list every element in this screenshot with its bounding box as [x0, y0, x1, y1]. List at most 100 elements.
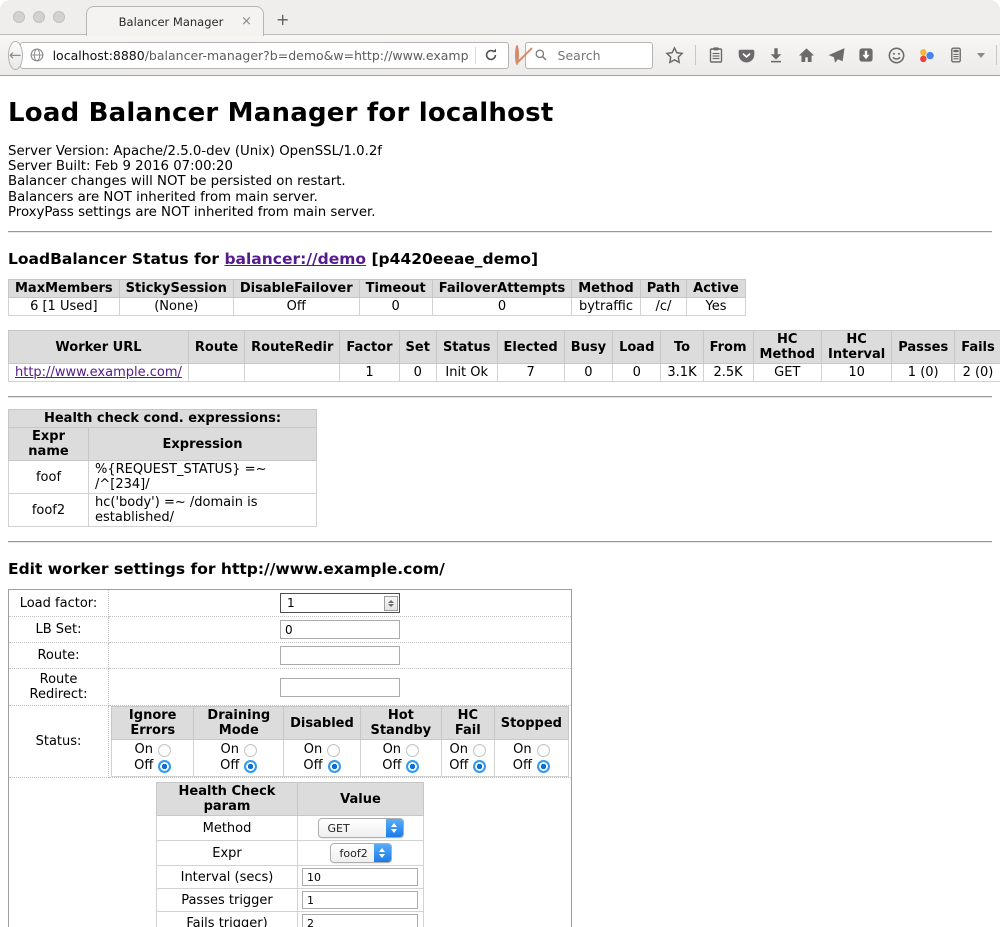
- edit-worker-heading: Edit worker settings for http://www.exam…: [8, 560, 992, 578]
- cell-routeredir: [245, 364, 340, 382]
- route-redirect-input[interactable]: [280, 678, 400, 697]
- worker-url-link[interactable]: http://www.example.com/: [15, 365, 182, 380]
- reading-list-icon[interactable]: [707, 46, 726, 65]
- search-bar[interactable]: [525, 42, 653, 69]
- form-row-status: Status: Ignore Errors Draining Mode Disa…: [9, 706, 572, 778]
- stopped-off-radio[interactable]: [537, 760, 550, 773]
- load-factor-label: Load factor:: [9, 590, 109, 617]
- close-window-button[interactable]: [13, 11, 25, 23]
- col-hc-method: HC Method: [753, 331, 821, 364]
- hc-passes-input[interactable]: [302, 891, 418, 909]
- containers-dots-icon[interactable]: [917, 46, 936, 65]
- hc-fail-on-radio[interactable]: [473, 744, 486, 757]
- search-input[interactable]: [556, 47, 646, 64]
- cell-expression: hc('body') =~ /domain is established/: [89, 494, 317, 527]
- hot-standby-on-radio[interactable]: [406, 744, 419, 757]
- new-tab-button[interactable]: +: [276, 10, 289, 29]
- balancer-status-table: MaxMembers StickySession DisableFailover…: [8, 279, 746, 316]
- number-spinner[interactable]: [384, 596, 398, 611]
- ignore-errors-on-radio[interactable]: [158, 744, 171, 757]
- notes-icon[interactable]: [947, 46, 966, 65]
- hc-fail-off-radio[interactable]: [473, 760, 486, 773]
- draining-mode-on-radio[interactable]: [244, 744, 257, 757]
- table-title-row: Health check cond. expressions:: [9, 410, 317, 428]
- home-icon[interactable]: [797, 46, 816, 65]
- bookmark-star-icon[interactable]: [665, 46, 684, 65]
- table-row: 6 [1 Used] (None) Off 0 0 bytraffic /c/ …: [9, 298, 746, 316]
- hc-fails-label: Fails trigger): [157, 912, 298, 927]
- cell-busy: 0: [564, 364, 612, 382]
- col-passes: Passes: [892, 331, 955, 364]
- browser-window: Balancer Manager × + ← localhost:8880/ba…: [0, 0, 1000, 927]
- url-host: localhost:8880: [53, 48, 145, 63]
- cell-stickysession: (None): [119, 298, 233, 316]
- cell-expr-name: foof: [9, 461, 89, 494]
- url-text[interactable]: localhost:8880/balancer-manager?b=demo&w…: [53, 48, 469, 63]
- content-blocked-icon[interactable]: [515, 45, 519, 65]
- load-factor-input[interactable]: [285, 595, 384, 611]
- url-bar[interactable]: localhost:8880/balancer-manager?b=demo&w…: [20, 42, 509, 69]
- tab-bar: Balancer Manager × +: [0, 0, 1000, 35]
- divider: [8, 396, 992, 398]
- col-expr-name: Expr name: [9, 428, 89, 461]
- divider: [8, 231, 992, 233]
- disabled-off-radio[interactable]: [328, 760, 341, 773]
- col-active: Active: [687, 280, 746, 298]
- square-download-icon[interactable]: [857, 46, 876, 65]
- hc-fails-input[interactable]: [302, 914, 418, 927]
- chevron-down-icon[interactable]: [977, 53, 985, 58]
- table-row: foof2 hc('body') =~ /domain is establish…: [9, 494, 317, 527]
- lb-set-input[interactable]: [280, 620, 400, 639]
- radio-off-label: Off: [449, 758, 468, 774]
- minimize-window-button[interactable]: [33, 11, 45, 23]
- hot-standby-off-radio[interactable]: [406, 760, 419, 773]
- hc-method-label: Method: [157, 816, 298, 841]
- route-input[interactable]: [280, 646, 400, 665]
- form-row-route-redirect: Route Redirect:: [9, 669, 572, 706]
- hc-row-interval: Interval (secs): [157, 866, 424, 889]
- smiley-icon[interactable]: [887, 46, 906, 65]
- draining-mode-off-radio[interactable]: [244, 760, 257, 773]
- tab-balancer-manager[interactable]: Balancer Manager ×: [86, 6, 264, 36]
- hc-row-passes: Passes trigger: [157, 889, 424, 912]
- reload-icon[interactable]: [482, 46, 501, 65]
- cell-method: bytraffic: [572, 298, 640, 316]
- tab-close-icon[interactable]: ×: [241, 14, 263, 29]
- select-chevrons-icon: [374, 844, 391, 862]
- pocket-icon[interactable]: [737, 46, 756, 65]
- hc-row-method: Method GET: [157, 816, 424, 841]
- table-header-row: Ignore Errors Draining Mode Disabled Hot…: [112, 707, 569, 740]
- radio-off-label: Off: [382, 758, 401, 774]
- expressions-table: Health check cond. expressions: Expr nam…: [8, 409, 317, 527]
- hc-method-select[interactable]: GET: [318, 818, 404, 838]
- balancers-warning-line: Balancers are NOT inherited from main se…: [8, 190, 992, 205]
- table-header-row: MaxMembers StickySession DisableFailover…: [9, 280, 746, 298]
- route-redirect-label: Route Redirect:: [9, 669, 109, 706]
- col-to: To: [661, 331, 703, 364]
- col-timeout: Timeout: [359, 280, 432, 298]
- downloads-icon[interactable]: [767, 46, 786, 65]
- cell-failoverattempts: 0: [432, 298, 572, 316]
- balancer-status-heading: LoadBalancer Status for balancer://demo …: [8, 250, 992, 268]
- col-elected: Elected: [497, 331, 564, 364]
- worker-status-table: Worker URL Route RouteRedir Factor Set S…: [8, 330, 1000, 382]
- stopped-on-radio[interactable]: [537, 744, 550, 757]
- globe-icon: [28, 46, 47, 65]
- send-icon[interactable]: [827, 46, 846, 65]
- col-set: Set: [399, 331, 436, 364]
- back-button[interactable]: ←: [8, 41, 23, 70]
- hc-row-expr: Expr foof2: [157, 841, 424, 866]
- hc-expr-select[interactable]: foof2: [330, 843, 392, 863]
- col-stickysession: StickySession: [119, 280, 233, 298]
- table-header-row: Worker URL Route RouteRedir Factor Set S…: [9, 331, 1000, 364]
- balancer-demo-link[interactable]: balancer://demo: [224, 250, 366, 268]
- persist-warning-line: Balancer changes will NOT be persisted o…: [8, 174, 992, 189]
- radio-off-label: Off: [220, 758, 239, 774]
- table-header-row: Health Check param Value: [157, 783, 424, 816]
- radio-on-label: On: [304, 742, 322, 758]
- zoom-window-button[interactable]: [53, 11, 65, 23]
- server-version-line: Server Version: Apache/2.5.0-dev (Unix) …: [8, 144, 992, 159]
- hc-interval-input[interactable]: [302, 868, 418, 886]
- ignore-errors-off-radio[interactable]: [158, 760, 171, 773]
- disabled-on-radio[interactable]: [327, 744, 340, 757]
